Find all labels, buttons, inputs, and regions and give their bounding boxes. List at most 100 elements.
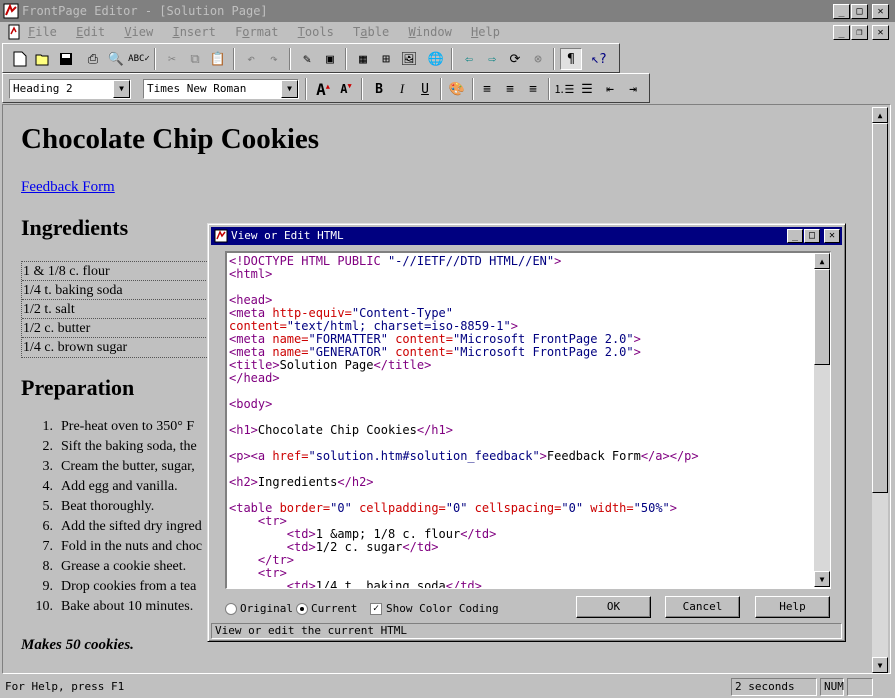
decrease-font-button[interactable]: A▼ — [335, 78, 357, 100]
list-item[interactable]: 4. Add egg and vanilla. — [21, 477, 202, 497]
code-line[interactable]: <h1>Chocolate Chip Cookies</h1> — [229, 424, 809, 437]
context-help-button[interactable]: ↖? — [588, 48, 610, 70]
doc-restore-button[interactable]: ❐ — [851, 25, 868, 40]
scroll-down-button[interactable]: ▼ — [814, 571, 830, 587]
color-coding-label[interactable]: Show Color Coding — [386, 602, 499, 615]
bold-button[interactable]: B — [368, 78, 390, 100]
font-dropdown[interactable]: Times New Roman ▼ — [143, 79, 299, 99]
menu-tools[interactable]: Tools — [298, 22, 334, 42]
menu-view[interactable]: View — [124, 22, 153, 42]
code-line[interactable] — [229, 385, 809, 398]
align-center-button[interactable]: ≡ — [499, 78, 521, 100]
stop-button[interactable]: ⊗ — [527, 48, 549, 70]
code-line[interactable]: <p><a href="solution.htm#solution_feedba… — [229, 450, 809, 463]
original-label[interactable]: Original — [240, 602, 293, 615]
code-line[interactable] — [229, 281, 809, 294]
table-row[interactable]: 1/2 c. butter — [22, 319, 230, 338]
table-row[interactable]: 1 & 1/8 c. flour — [22, 262, 230, 281]
menu-table[interactable]: Table — [353, 22, 389, 42]
code-scrollbar[interactable]: ▲ ▼ — [814, 253, 830, 587]
chevron-down-icon[interactable]: ▼ — [281, 80, 298, 98]
menu-insert[interactable]: Insert — [172, 22, 215, 42]
copy-button[interactable]: ⧉ — [184, 48, 206, 70]
ingredients-heading[interactable]: Ingredients — [21, 215, 128, 241]
editor-scrollbar[interactable]: ▲ ▼ — [872, 107, 888, 673]
code-line[interactable]: <title>Solution Page</title> — [229, 359, 809, 372]
menu-help[interactable]: Help — [471, 22, 500, 42]
scroll-thumb[interactable] — [814, 269, 830, 365]
list-item[interactable]: 9. Drop cookies from a tea — [21, 577, 202, 597]
code-line[interactable]: </head> — [229, 372, 809, 385]
cut-button[interactable]: ✂ — [161, 48, 183, 70]
scroll-up-button[interactable]: ▲ — [872, 107, 888, 123]
refresh-button[interactable]: ⟳ — [504, 48, 526, 70]
paste-button[interactable]: 📋 — [207, 48, 229, 70]
menu-window[interactable]: Window — [408, 22, 451, 42]
new-page-button[interactable] — [9, 48, 31, 70]
original-radio[interactable] — [225, 603, 237, 615]
menu-edit[interactable]: Edit — [76, 22, 105, 42]
dialog-close-button[interactable]: ✕ — [824, 229, 840, 243]
code-line[interactable]: </tr> — [229, 554, 809, 567]
list-item[interactable]: 1. Pre-heat oven to 350° F — [21, 417, 202, 437]
print-button[interactable]: ⎙ — [82, 48, 104, 70]
minimize-button[interactable]: _ — [833, 4, 850, 19]
preparation-heading[interactable]: Preparation — [21, 375, 134, 401]
table-row[interactable]: 1/4 t. baking soda — [22, 281, 230, 300]
scroll-down-button[interactable]: ▼ — [872, 657, 888, 673]
table-row[interactable]: 1/2 t. salt — [22, 300, 230, 319]
list-item[interactable]: 3. Cream the butter, sugar, — [21, 457, 202, 477]
doc-close-button[interactable]: ✕ — [872, 25, 889, 40]
insert-table-button[interactable]: ⊞ — [375, 48, 397, 70]
back-button[interactable]: ⇦ — [458, 48, 480, 70]
insert-image-button[interactable]: 🖼 — [398, 48, 420, 70]
list-item[interactable]: 7. Fold in the nuts and choc — [21, 537, 203, 557]
underline-button[interactable]: U — [414, 78, 436, 100]
code-line[interactable]: <table border="0" cellpadding="0" cellsp… — [229, 502, 809, 515]
scroll-up-button[interactable]: ▲ — [814, 253, 830, 269]
increase-font-button[interactable]: A▲ — [312, 78, 334, 100]
webbot-button[interactable]: ✎ — [296, 48, 318, 70]
current-label[interactable]: Current — [311, 602, 357, 615]
ok-button[interactable]: OK — [576, 596, 651, 618]
list-item[interactable]: 6. Add the sifted dry ingred — [21, 517, 202, 537]
text-color-button[interactable]: 🎨 — [446, 78, 468, 100]
dialog-maximize-button[interactable]: □ — [804, 229, 820, 243]
undo-button[interactable]: ↶ — [240, 48, 262, 70]
scroll-thumb[interactable] — [872, 123, 888, 493]
html-code-text[interactable]: <!DOCTYPE HTML PUBLIC "-//IETF//DTD HTML… — [229, 255, 809, 589]
code-line[interactable]: <body> — [229, 398, 809, 411]
decrease-indent-button[interactable]: ⇤ — [599, 78, 621, 100]
feedback-link[interactable]: Feedback Form — [21, 179, 115, 196]
code-line[interactable]: <td>1/2 c. sugar</td> — [229, 541, 809, 554]
table-button[interactable]: ▦ — [352, 48, 374, 70]
current-radio[interactable] — [296, 603, 308, 615]
italic-button[interactable]: I — [391, 78, 413, 100]
save-button[interactable] — [55, 48, 77, 70]
code-line[interactable]: <td>1/4 t. baking soda</td> — [229, 580, 809, 589]
code-line[interactable]: <h2>Ingredients</h2> — [229, 476, 809, 489]
page-heading[interactable]: Chocolate Chip Cookies — [21, 123, 319, 156]
close-button[interactable]: ✕ — [872, 4, 889, 19]
table-row[interactable]: 1/4 c. brown sugar — [22, 338, 230, 357]
numbered-list-button[interactable]: ⒈☰ — [553, 78, 575, 100]
align-left-button[interactable]: ≡ — [476, 78, 498, 100]
align-right-button[interactable]: ≡ — [522, 78, 544, 100]
maximize-button[interactable]: □ — [851, 4, 868, 19]
help-button[interactable]: Help — [755, 596, 830, 618]
open-button[interactable] — [32, 48, 54, 70]
list-item[interactable]: 10. Bake about 10 minutes. — [21, 597, 202, 617]
forward-button[interactable]: ⇨ — [481, 48, 503, 70]
color-coding-checkbox[interactable]: ✓ — [370, 603, 382, 615]
redo-button[interactable]: ↷ — [263, 48, 285, 70]
increase-indent-button[interactable]: ⇥ — [622, 78, 644, 100]
style-dropdown[interactable]: Heading 2 ▼ — [9, 79, 131, 99]
code-line[interactable]: <html> — [229, 268, 809, 281]
form-field-button[interactable]: ▣ — [319, 48, 341, 70]
code-line[interactable]: <!DOCTYPE HTML PUBLIC "-//IETF//DTD HTML… — [229, 255, 809, 268]
bulleted-list-button[interactable]: ☰ — [576, 78, 598, 100]
chevron-down-icon[interactable]: ▼ — [113, 80, 130, 98]
spelling-button[interactable]: ABC✓ — [128, 48, 150, 70]
list-item[interactable]: 5. Beat thoroughly. — [21, 497, 202, 517]
cancel-button[interactable]: Cancel — [665, 596, 740, 618]
